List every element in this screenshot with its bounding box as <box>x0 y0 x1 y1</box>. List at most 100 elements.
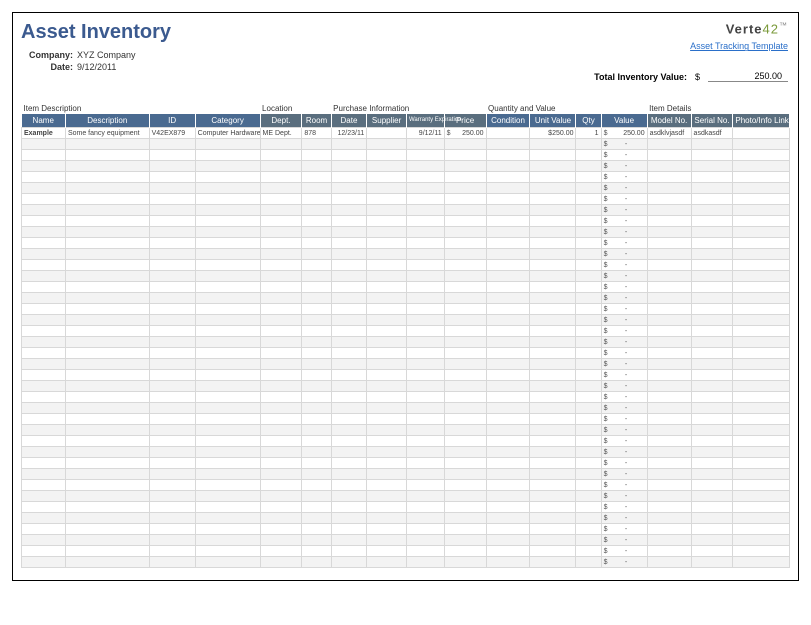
empty-cell[interactable] <box>733 271 790 282</box>
empty-cell[interactable]: - <box>601 348 647 359</box>
empty-cell[interactable] <box>647 370 691 381</box>
empty-cell[interactable] <box>22 513 66 524</box>
empty-cell[interactable]: - <box>601 370 647 381</box>
empty-cell[interactable] <box>691 172 733 183</box>
empty-cell[interactable] <box>195 315 260 326</box>
empty-cell[interactable] <box>691 546 733 557</box>
empty-cell[interactable] <box>486 381 530 392</box>
empty-cell[interactable] <box>22 370 66 381</box>
empty-cell[interactable] <box>22 557 66 568</box>
empty-cell[interactable] <box>406 458 444 469</box>
empty-cell[interactable] <box>302 480 331 491</box>
empty-cell[interactable] <box>302 326 331 337</box>
empty-cell[interactable] <box>444 392 486 403</box>
empty-cell[interactable] <box>691 502 733 513</box>
empty-cell[interactable] <box>331 502 367 513</box>
empty-cell[interactable] <box>195 370 260 381</box>
empty-cell[interactable] <box>444 491 486 502</box>
empty-cell[interactable] <box>331 513 367 524</box>
empty-cell[interactable] <box>260 370 302 381</box>
empty-cell[interactable] <box>691 425 733 436</box>
empty-cell[interactable] <box>576 502 601 513</box>
empty-cell[interactable] <box>302 315 331 326</box>
empty-cell[interactable] <box>444 216 486 227</box>
empty-cell[interactable] <box>406 271 444 282</box>
empty-cell[interactable] <box>302 227 331 238</box>
empty-cell[interactable] <box>406 447 444 458</box>
empty-cell[interactable] <box>733 535 790 546</box>
empty-cell[interactable]: - <box>601 282 647 293</box>
empty-cell[interactable] <box>367 513 407 524</box>
empty-cell[interactable] <box>406 315 444 326</box>
empty-cell[interactable] <box>367 535 407 546</box>
cell-desc[interactable]: Some fancy equipment <box>65 128 149 139</box>
empty-cell[interactable] <box>530 337 576 348</box>
empty-cell[interactable] <box>444 524 486 535</box>
empty-cell[interactable] <box>65 392 149 403</box>
empty-cell[interactable] <box>195 326 260 337</box>
empty-cell[interactable] <box>149 337 195 348</box>
empty-cell[interactable] <box>444 172 486 183</box>
empty-cell[interactable] <box>691 458 733 469</box>
empty-cell[interactable] <box>444 447 486 458</box>
empty-cell[interactable] <box>691 436 733 447</box>
empty-cell[interactable] <box>302 491 331 502</box>
empty-cell[interactable] <box>302 447 331 458</box>
empty-cell[interactable] <box>444 282 486 293</box>
empty-cell[interactable] <box>486 546 530 557</box>
empty-cell[interactable] <box>647 260 691 271</box>
empty-cell[interactable] <box>444 502 486 513</box>
cell-date[interactable]: 12/23/11 <box>331 128 367 139</box>
empty-cell[interactable] <box>367 436 407 447</box>
empty-cell[interactable] <box>406 172 444 183</box>
empty-cell[interactable] <box>331 370 367 381</box>
empty-cell[interactable] <box>260 260 302 271</box>
empty-cell[interactable] <box>486 502 530 513</box>
empty-cell[interactable] <box>302 260 331 271</box>
empty-cell[interactable] <box>65 227 149 238</box>
empty-cell[interactable] <box>331 227 367 238</box>
empty-cell[interactable] <box>486 271 530 282</box>
empty-cell[interactable]: - <box>601 546 647 557</box>
empty-cell[interactable] <box>444 469 486 480</box>
empty-cell[interactable] <box>22 172 66 183</box>
empty-cell[interactable] <box>647 194 691 205</box>
empty-cell[interactable] <box>331 161 367 172</box>
empty-cell[interactable] <box>331 337 367 348</box>
cell-qty[interactable]: 1 <box>576 128 601 139</box>
empty-cell[interactable] <box>647 150 691 161</box>
empty-cell[interactable]: - <box>601 271 647 282</box>
empty-cell[interactable]: - <box>601 436 647 447</box>
empty-cell[interactable] <box>149 348 195 359</box>
empty-cell[interactable] <box>149 205 195 216</box>
empty-cell[interactable] <box>22 469 66 480</box>
empty-cell[interactable] <box>22 381 66 392</box>
empty-cell[interactable] <box>691 480 733 491</box>
empty-cell[interactable] <box>149 469 195 480</box>
empty-cell[interactable] <box>195 293 260 304</box>
empty-cell[interactable] <box>260 227 302 238</box>
empty-cell[interactable] <box>22 502 66 513</box>
empty-cell[interactable] <box>367 414 407 425</box>
empty-cell[interactable] <box>444 546 486 557</box>
empty-cell[interactable] <box>65 414 149 425</box>
empty-cell[interactable] <box>260 524 302 535</box>
empty-cell[interactable] <box>647 546 691 557</box>
empty-cell[interactable] <box>65 205 149 216</box>
empty-cell[interactable] <box>733 436 790 447</box>
empty-cell[interactable] <box>195 436 260 447</box>
empty-cell[interactable] <box>149 458 195 469</box>
empty-cell[interactable] <box>576 139 601 150</box>
cell-cat[interactable]: Computer Hardware <box>195 128 260 139</box>
empty-cell[interactable] <box>576 458 601 469</box>
empty-cell[interactable] <box>691 403 733 414</box>
empty-cell[interactable] <box>302 513 331 524</box>
empty-cell[interactable] <box>302 194 331 205</box>
empty-cell[interactable] <box>260 491 302 502</box>
empty-cell[interactable] <box>444 260 486 271</box>
empty-cell[interactable] <box>331 491 367 502</box>
empty-cell[interactable] <box>444 161 486 172</box>
empty-cell[interactable] <box>302 172 331 183</box>
empty-cell[interactable] <box>530 370 576 381</box>
cell-link[interactable] <box>733 128 790 139</box>
